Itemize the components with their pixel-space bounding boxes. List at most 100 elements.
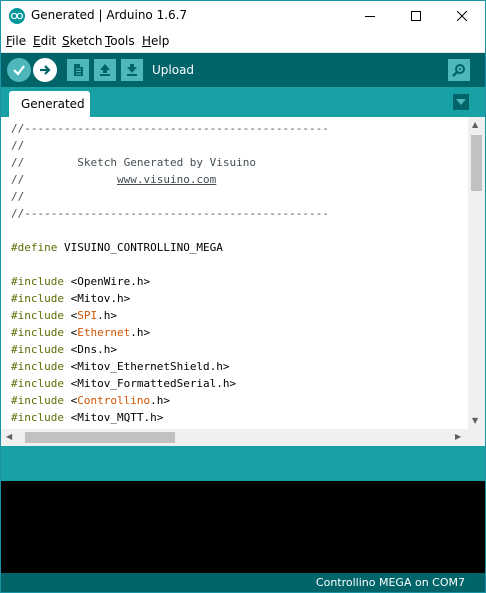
open-button[interactable]	[94, 59, 116, 81]
minimize-button[interactable]	[347, 1, 393, 31]
vertical-scroll-thumb[interactable]	[471, 135, 482, 191]
menu-file-label: ile	[12, 34, 27, 48]
board-status-bar: Controllino MEGA on COM7	[1, 573, 485, 592]
new-icon	[74, 64, 83, 76]
code-token: #include	[11, 377, 64, 390]
code-token: <	[63, 326, 78, 339]
scroll-up-icon[interactable]: ▲	[472, 121, 478, 129]
code-editor[interactable]: //--------------------------------------…	[1, 117, 468, 429]
code-token: //--------------------------------------…	[11, 207, 329, 220]
code-token: .h>	[130, 326, 151, 339]
horizontal-scrollbar[interactable]: ◀ ▶	[1, 429, 468, 446]
code-line: #include <Mitov_MQTT.h>	[11, 409, 163, 426]
menu-file[interactable]: File	[6, 34, 26, 48]
code-token: //	[11, 190, 25, 203]
code-line: // www.visuino.com	[11, 171, 216, 188]
save-button[interactable]	[121, 59, 143, 81]
menu-edit-accelerator: E	[33, 34, 41, 48]
code-token: SPI	[77, 309, 98, 322]
menu-edit[interactable]: Edit	[33, 34, 56, 48]
code-token: .h>	[150, 394, 170, 407]
code-token: #include	[11, 326, 64, 339]
scroll-right-icon[interactable]: ▶	[455, 433, 461, 441]
tab-bar: Generated	[1, 87, 485, 117]
code-token: #define	[11, 241, 58, 254]
tab-menu-button[interactable]	[453, 94, 469, 110]
status-bar	[1, 446, 485, 481]
menu-tools-label: ools	[110, 34, 135, 48]
code-line: // Sketch Generated by Visuino	[11, 154, 256, 171]
tab-generated[interactable]: Generated	[9, 91, 90, 117]
menu-help[interactable]: Help	[142, 34, 169, 48]
code-line: //--------------------------------------…	[11, 120, 329, 137]
code-line: #define VISUINO_CONTROLLINO_MEGA	[11, 239, 223, 256]
chevron-down-icon	[456, 99, 466, 105]
scrollbar-corner	[468, 429, 485, 446]
save-icon	[127, 64, 137, 76]
menu-sketch-accelerator: S	[62, 34, 70, 48]
maximize-icon	[411, 11, 421, 21]
code-token: #include	[11, 275, 64, 288]
code-line: //	[11, 188, 24, 205]
code-token: //	[11, 139, 25, 152]
code-line: //--------------------------------------…	[11, 205, 329, 222]
toolbar-hover-label: Upload	[152, 63, 195, 77]
menu-bar: File Edit Sketch Tools Help	[1, 31, 485, 53]
code-token: // Sketch Generated by Visuino	[11, 156, 257, 169]
code-token: //--------------------------------------…	[11, 122, 329, 135]
title-bar: Generated | Arduino 1.6.7	[1, 1, 485, 31]
menu-help-accelerator: H	[142, 34, 152, 48]
code-line: #include <Mitov.h>	[11, 290, 130, 307]
code-line: //	[11, 137, 24, 154]
code-token: #include	[11, 292, 64, 305]
code-token: VISUINO_CONTROLLINO_MEGA	[57, 241, 223, 254]
menu-sketch[interactable]: Sketch	[62, 34, 102, 48]
code-token: <	[63, 309, 78, 322]
code-token: #include	[11, 411, 64, 424]
horizontal-scroll-thumb[interactable]	[25, 432, 175, 443]
code-link[interactable]: www.visuino.com	[117, 173, 216, 186]
scroll-left-icon[interactable]: ◀	[6, 433, 12, 441]
window-title: Generated | Arduino 1.6.7	[31, 8, 188, 22]
upload-button[interactable]	[33, 58, 57, 82]
code-token: Controllino	[77, 394, 151, 407]
code-token: <OpenWire.h>	[63, 275, 151, 288]
code-line: #include <Mitov_FormattedSerial.h>	[11, 375, 236, 392]
code-token: .h>	[97, 309, 117, 322]
magnifier-icon	[452, 64, 465, 77]
code-line: #include <Controllino.h>	[11, 392, 170, 409]
code-line: #include <Dns.h>	[11, 341, 117, 358]
maximize-button[interactable]	[393, 1, 439, 31]
serial-monitor-button[interactable]	[448, 59, 470, 81]
code-token: #include	[11, 343, 64, 356]
menu-help-label: elp	[151, 34, 170, 48]
code-token: <Mitov_EthernetShield.h>	[63, 360, 230, 373]
code-token: Ethernet	[77, 326, 131, 339]
verify-icon	[13, 65, 25, 76]
open-icon	[100, 64, 110, 76]
scroll-down-icon[interactable]: ▼	[472, 417, 478, 425]
menu-tools[interactable]: Tools	[105, 34, 135, 48]
close-button[interactable]	[439, 1, 485, 31]
code-token: //	[11, 173, 117, 186]
close-icon	[457, 11, 467, 21]
minimize-icon	[365, 16, 375, 17]
board-port-label: Controllino MEGA on COM7	[315, 576, 465, 589]
console-output[interactable]	[1, 481, 485, 573]
code-token: #include	[11, 309, 64, 322]
upload-icon	[40, 65, 51, 75]
code-line: #include <Mitov_EthernetShield.h>	[11, 358, 230, 375]
code-line: #include <Ethernet.h>	[11, 324, 150, 341]
code-token: <Mitov.h>	[63, 292, 131, 305]
menu-edit-label: dit	[40, 34, 57, 48]
code-token: <Dns.h>	[63, 343, 117, 356]
tab-generated-label: Generated	[21, 97, 85, 111]
verify-button[interactable]	[7, 58, 31, 82]
arduino-logo-icon	[9, 8, 25, 24]
vertical-scrollbar[interactable]: ▲ ▼	[468, 117, 485, 429]
toolbar: Upload	[1, 53, 485, 87]
menu-sketch-label: ketch	[69, 34, 103, 48]
new-button[interactable]	[67, 59, 89, 81]
arduino-window: Generated | Arduino 1.6.7 File Edit Sket…	[0, 0, 486, 593]
code-token: #include	[11, 360, 64, 373]
